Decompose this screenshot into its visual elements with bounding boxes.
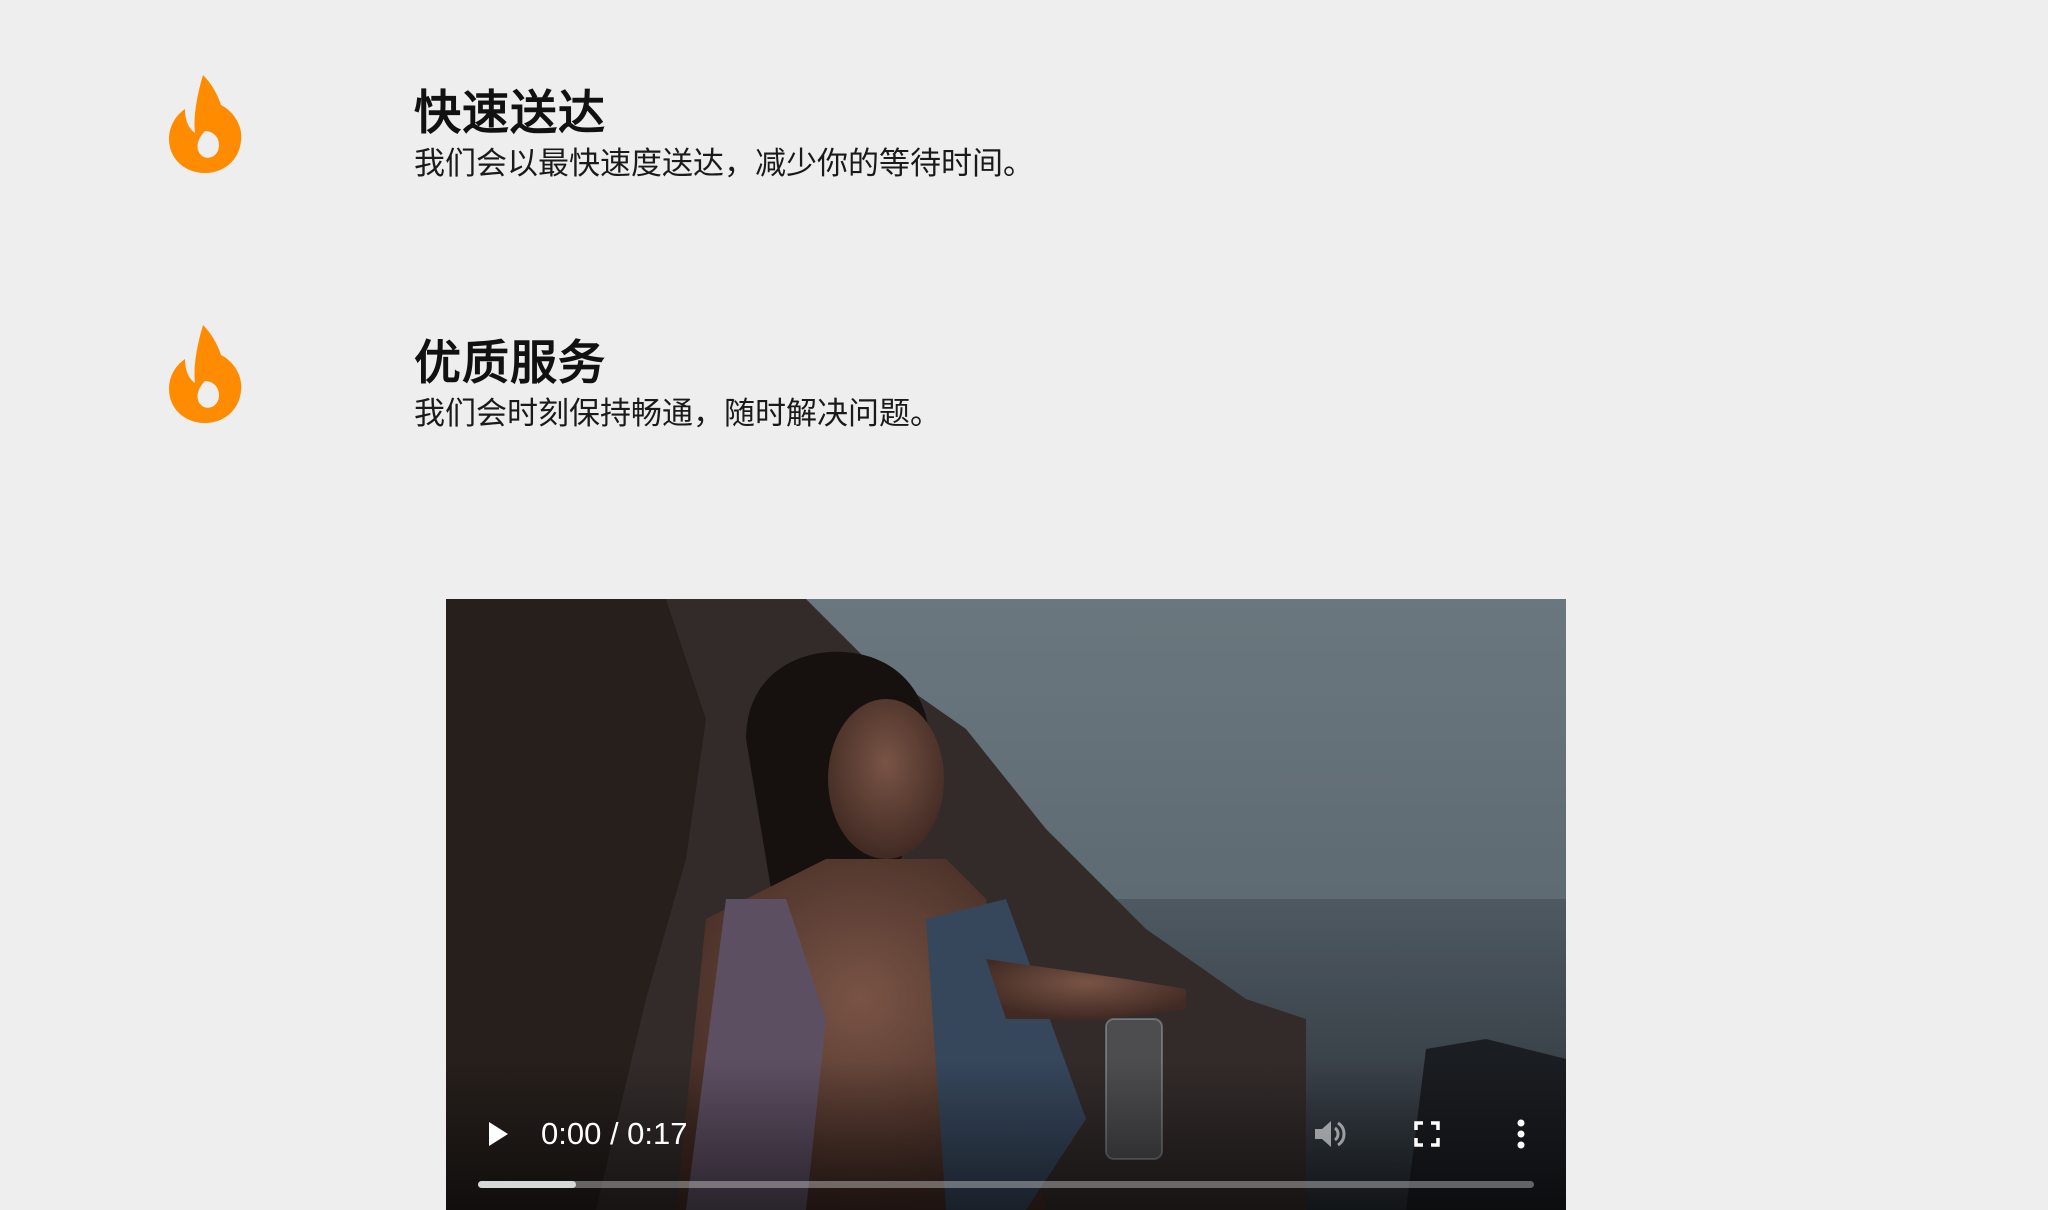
- feature-title: 优质服务: [414, 336, 606, 391]
- fullscreen-icon: [1414, 1121, 1440, 1147]
- fullscreen-button[interactable]: [1402, 1104, 1452, 1164]
- more-options-button[interactable]: [1496, 1104, 1546, 1164]
- video-player[interactable]: 0:00 / 0:17: [446, 599, 1566, 1210]
- flame-icon: [169, 325, 242, 423]
- progress-bar[interactable]: [478, 1181, 1534, 1188]
- feature-fast-delivery: 快速送达 我们会以最快速度送达，减少你的等待时间。: [0, 0, 2048, 200]
- video-controls: 0:00 / 0:17: [446, 1104, 1566, 1164]
- volume-button[interactable]: [1306, 1104, 1356, 1164]
- flame-icon: [169, 75, 242, 173]
- feature-description: 我们会时刻保持畅通，随时解决问题。: [414, 396, 941, 432]
- buffered-progress: [478, 1181, 577, 1188]
- feature-title: 快速送达: [414, 86, 606, 141]
- volume-icon: [1315, 1121, 1346, 1147]
- feature-description: 我们会以最快速度送达，减少你的等待时间。: [414, 146, 1034, 182]
- more-vertical-icon: [1517, 1119, 1525, 1149]
- time-display: 0:00 / 0:17: [541, 1116, 688, 1151]
- feature-quality-service: 优质服务 我们会时刻保持畅通，随时解决问题。: [0, 250, 2048, 450]
- play-button[interactable]: [476, 1104, 520, 1164]
- play-icon: [489, 1122, 508, 1146]
